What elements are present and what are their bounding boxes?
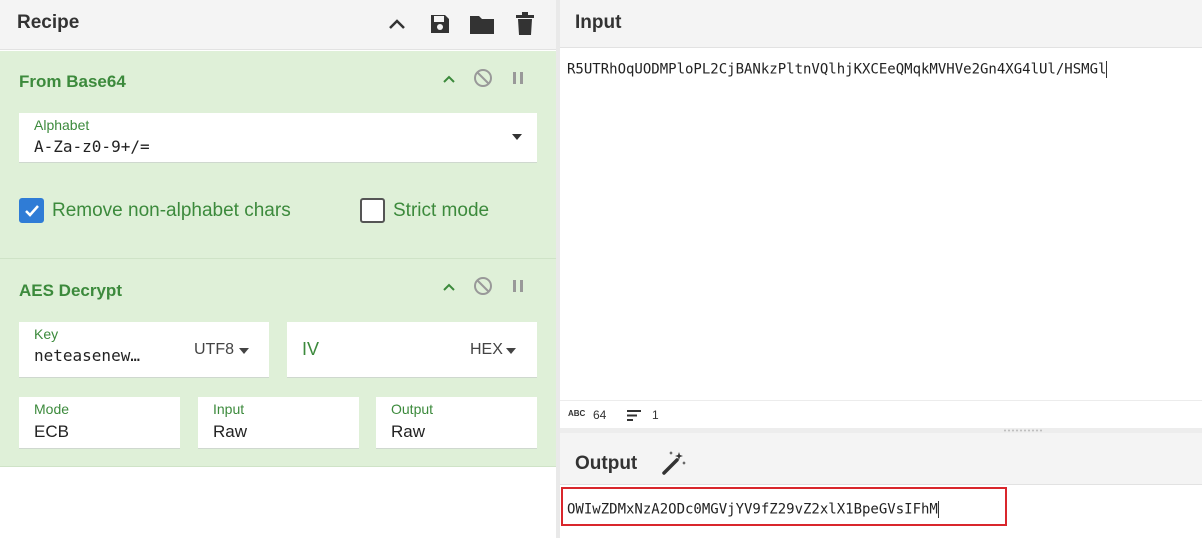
output-format-select[interactable]: Output Raw: [376, 397, 537, 449]
checkbox-checked-icon: [19, 198, 44, 223]
collapse-operation-button[interactable]: [437, 67, 461, 91]
input-textarea[interactable]: R5UTRhOqUODMPloPL2CjBANkzPltnVQlhjKXCEeQ…: [567, 61, 1108, 78]
output-header: Output: [560, 433, 1202, 485]
mode-select[interactable]: Mode ECB: [19, 397, 180, 449]
collapse-all-button[interactable]: [382, 9, 412, 39]
iv-label: IV: [302, 339, 320, 359]
field-label: Key: [34, 326, 59, 342]
key-encoding-select[interactable]: UTF8: [174, 322, 269, 378]
key-value: neteasenew…: [34, 346, 140, 365]
strict-mode-checkbox[interactable]: Strict mode: [360, 198, 489, 223]
input-title: Input: [575, 12, 622, 33]
recipe-pane: Recipe From Base64 Alphabet A-Za-z0-9+/=…: [0, 0, 556, 538]
cyberchef-app: Recipe From Base64 Alphabet A-Za-z0-9+/=…: [0, 0, 1202, 538]
input-text: R5UTRhOqUODMPloPL2CjBANkzPltnVQlhjKXCEeQ…: [567, 61, 1107, 78]
chevron-up-icon: [389, 19, 405, 29]
alphabet-select[interactable]: Alphabet A-Za-z0-9+/=: [19, 113, 537, 163]
magic-button[interactable]: [660, 449, 688, 477]
key-encoding-value: UTF8: [194, 341, 234, 358]
output-title: Output: [575, 453, 638, 474]
operation-title: AES Decrypt: [19, 281, 122, 300]
field-label: Mode: [34, 401, 70, 417]
iv-encoding-value: HEX: [470, 341, 503, 358]
save-icon: [431, 15, 449, 33]
disable-icon: [474, 69, 492, 87]
field-label: Alphabet: [34, 117, 90, 133]
lines-icon: [627, 410, 641, 421]
text-cursor: [937, 501, 939, 518]
caret-down-icon: [512, 134, 522, 140]
disable-operation-button[interactable]: [471, 66, 495, 90]
checkbox-unchecked-icon: [360, 198, 385, 223]
remove-non-alphabet-checkbox[interactable]: Remove non-alphabet chars: [19, 198, 291, 223]
input-line-count: 1: [652, 408, 659, 422]
disable-icon: [474, 277, 492, 295]
input-header: Input: [560, 0, 1202, 48]
load-recipe-button[interactable]: [467, 9, 497, 39]
breakpoint-button[interactable]: [506, 274, 530, 298]
caret-down-icon: [239, 348, 249, 354]
chevron-up-icon: [443, 75, 455, 83]
operation-title: From Base64: [19, 72, 126, 91]
iv-input[interactable]: IV: [287, 322, 452, 378]
length-icon: ABC: [568, 409, 586, 418]
chevron-up-icon: [443, 283, 455, 291]
save-recipe-button[interactable]: [425, 9, 455, 39]
disable-operation-button[interactable]: [471, 274, 495, 298]
collapse-operation-button[interactable]: [437, 275, 461, 299]
folder-icon: [470, 16, 494, 34]
output-format-value: Raw: [391, 422, 426, 441]
iv-encoding-select[interactable]: HEX: [452, 322, 537, 378]
pause-icon: [513, 280, 523, 292]
output-text: OWIwZDMxNzA2ODc0MGVjYV9fZ29vZ2xlX1BpeGVs…: [567, 501, 938, 518]
recipe-title: Recipe: [17, 12, 80, 33]
trash-icon: [516, 12, 534, 35]
input-status-bar: ABC 64 1: [560, 400, 1202, 428]
input-format-value: Raw: [213, 422, 248, 441]
mode-value: ECB: [34, 422, 69, 441]
field-label: Output: [391, 401, 434, 417]
operation-aes-decrypt: AES Decrypt Key neteasenew… UTF8 IV HEX …: [0, 259, 556, 467]
checkbox-label: Remove non-alphabet chars: [52, 199, 291, 221]
input-length: 64: [593, 408, 607, 422]
clear-recipe-button[interactable]: [510, 9, 540, 39]
recipe-header: Recipe: [0, 0, 556, 50]
field-label: Input: [213, 401, 245, 417]
input-format-select[interactable]: Input Raw: [198, 397, 359, 449]
key-input[interactable]: Key neteasenew…: [19, 322, 174, 378]
operation-from-base64: From Base64 Alphabet A-Za-z0-9+/= Remove…: [0, 51, 556, 259]
alphabet-value: A-Za-z0-9+/=: [34, 137, 150, 156]
magic-wand-icon: [662, 451, 686, 475]
caret-down-icon: [506, 348, 516, 354]
breakpoint-button[interactable]: [506, 66, 530, 90]
checkbox-label: Strict mode: [393, 199, 490, 221]
text-cursor: [1106, 61, 1108, 78]
output-textarea[interactable]: OWIwZDMxNzA2ODc0MGVjYV9fZ29vZ2xlX1BpeGVs…: [567, 501, 939, 518]
pause-icon: [513, 72, 523, 84]
